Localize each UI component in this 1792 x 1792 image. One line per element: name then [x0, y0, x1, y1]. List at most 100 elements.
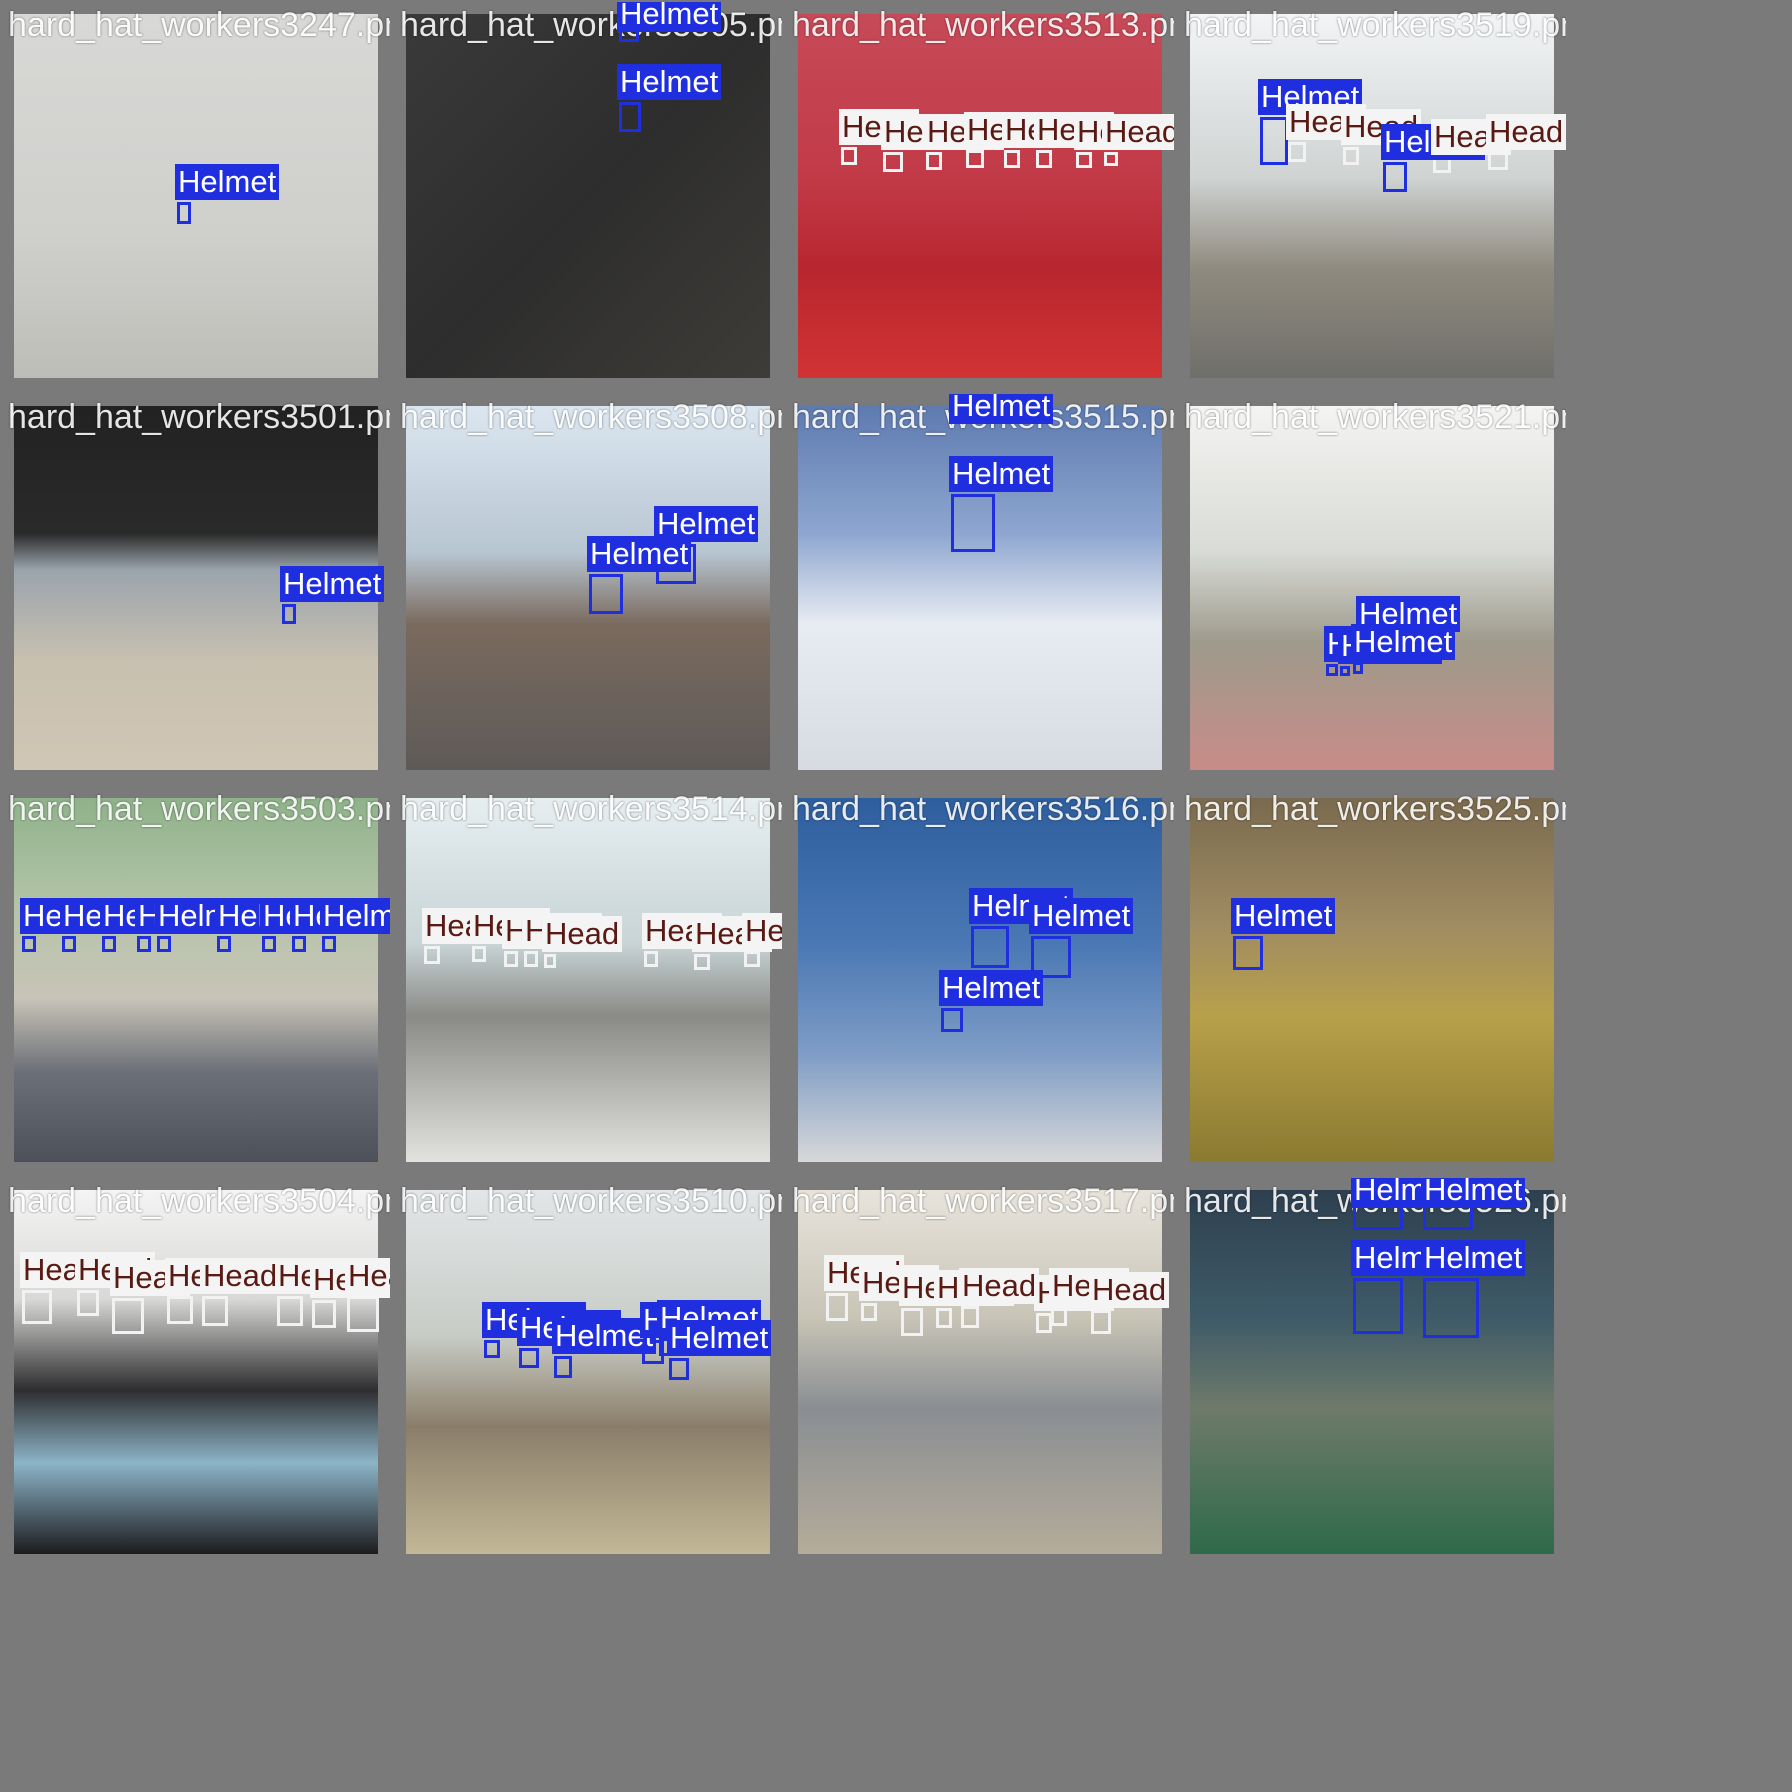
helmet-detection-box — [1383, 162, 1407, 192]
mosaic-tile: hard_hat_workers3505.png Helmet Helmet — [394, 2, 782, 390]
tile-filename: hard_hat_workers3247.png — [8, 6, 390, 44]
helmet-label: Helmet — [280, 566, 385, 602]
helmet-detection-box — [669, 1358, 689, 1380]
head-detection-box — [77, 1290, 99, 1316]
mosaic-tile: hard_hat_workers3508.png Helmet Helmet — [394, 394, 782, 782]
helmet-label: Helmet — [654, 506, 759, 542]
helmet-detection-box — [1233, 936, 1263, 970]
tile-filename: hard_hat_workers3514.png — [400, 790, 782, 828]
helmet-detection-box — [1326, 664, 1338, 676]
helmet-detection-box — [22, 936, 36, 952]
tile-filename: hard_hat_workers3525.png — [1184, 790, 1566, 828]
helmet-detection-box — [554, 1356, 572, 1378]
helmet-label: Helmet — [1421, 1178, 1526, 1208]
helmet-detection-box — [292, 936, 306, 952]
head-label: Head — [959, 1268, 1040, 1304]
helmet-label: Helmet — [1421, 1240, 1526, 1276]
tile-filename: hard_hat_workers3516.png — [792, 790, 1174, 828]
helmet-label: Helmet — [1029, 898, 1134, 934]
mosaic-tile: hard_hat_workers3526.pngHelmetHelmetHelm… — [1178, 1178, 1566, 1566]
head-detection-box — [936, 1308, 952, 1328]
tile-filename: hard_hat_workers3513.png — [792, 6, 1174, 44]
head-detection-box — [504, 951, 518, 967]
head-detection-box — [961, 1306, 979, 1328]
helmet-detection-box — [62, 936, 76, 952]
head-detection-box — [841, 147, 857, 165]
head-detection-box — [277, 1296, 303, 1326]
tile-filename: hard_hat_workers3505.png — [400, 6, 782, 44]
head-detection-box — [424, 946, 440, 964]
helmet-label: Helmet — [617, 2, 722, 32]
helmet-label: Helmet — [1231, 898, 1336, 934]
head-detection-box — [883, 152, 903, 172]
helmet-label: Helmet — [1351, 624, 1456, 660]
helmet-detection-box — [262, 936, 276, 952]
head-label: Head — [345, 1258, 390, 1294]
head-detection-box — [167, 1296, 193, 1324]
head-detection-box — [112, 1298, 144, 1334]
helmet-detection-box — [1353, 1278, 1403, 1334]
helmet-detection-box — [102, 936, 116, 952]
helmet-detection-box — [971, 926, 1009, 968]
tile-photo — [798, 1190, 1162, 1554]
helmet-detection-box — [217, 936, 231, 952]
head-detection-box — [202, 1296, 228, 1326]
mosaic-tile: hard_hat_workers3516.png Helmet Helmet Helm… — [786, 786, 1174, 1174]
tile-photo — [14, 1190, 378, 1554]
tile-filename: hard_hat_workers3510.png — [400, 1182, 782, 1220]
head-detection-box — [312, 1300, 336, 1328]
head-detection-box — [1091, 1310, 1111, 1334]
head-label: Head — [1089, 1272, 1170, 1308]
head-detection-box — [1036, 150, 1052, 168]
head-detection-box — [1076, 152, 1092, 168]
helmet-detection-box — [282, 604, 296, 624]
head-detection-box — [966, 150, 984, 168]
mosaic-tile: hard_hat_workers3514.png Head Head Head Head… — [394, 786, 782, 1174]
helmet-detection-box — [322, 936, 336, 952]
tile-photo — [1190, 798, 1554, 1162]
head-label: Head — [542, 916, 623, 952]
tile-photo — [14, 798, 378, 1162]
mosaic-tile: hard_hat_workers3247.png Helmet — [2, 2, 390, 390]
head-detection-box — [926, 152, 942, 170]
helmet-detection-box — [1340, 666, 1350, 676]
tile-filename: hard_hat_workers3508.png — [400, 398, 782, 436]
helmet-label: Helmet — [949, 394, 1054, 424]
tile-photo — [406, 798, 770, 1162]
tile-photo — [798, 14, 1162, 378]
mosaic-tile: hard_hat_workers3513.pngHeadHeadHeadHead… — [786, 2, 1174, 390]
head-label: Head — [1102, 114, 1174, 150]
tile-photo — [406, 1190, 770, 1554]
head-detection-box — [694, 954, 710, 970]
mosaic-tile: hard_hat_workers3504.pngHeadHeadHeadHead… — [2, 1178, 390, 1566]
helmet-detection-box — [619, 102, 641, 132]
head-detection-box — [472, 946, 486, 962]
helmet-detection-box — [941, 1008, 963, 1032]
tile-photo — [1190, 14, 1554, 378]
helmet-detection-box — [484, 1340, 500, 1358]
helmet-label: Helmet — [617, 64, 722, 100]
tile-filename: hard_hat_workers3517.png — [792, 1182, 1174, 1220]
tile-photo — [1190, 406, 1554, 770]
tile-filename: hard_hat_workers3501.png — [8, 398, 390, 436]
mosaic-tile: hard_hat_workers3519.png Helmet Head Head He… — [1178, 2, 1566, 390]
helmet-detection-box — [589, 574, 623, 614]
helmet-detection-box — [137, 936, 151, 952]
mosaic-tile: hard_hat_workers3501.png Helmet — [2, 394, 390, 782]
head-label: Head — [200, 1258, 281, 1294]
helmet-detection-box — [157, 936, 171, 952]
head-label: Head — [742, 913, 782, 949]
tile-filename: hard_hat_workers3503.png — [8, 790, 390, 828]
helmet-label: Helmet — [320, 898, 390, 934]
head-detection-box — [1036, 1313, 1052, 1333]
helmet-detection-box — [519, 1348, 539, 1368]
helmet-label: Helmet — [667, 1320, 772, 1356]
mosaic-tile: hard_hat_workers3517.pngHeadHeadHeadHead… — [786, 1178, 1174, 1566]
mosaic-tile: hard_hat_workers3525.png Helmet — [1178, 786, 1566, 1174]
mosaic-grid: hard_hat_workers3247.png Helmet hard_hat_w… — [0, 0, 1792, 1792]
head-detection-box — [826, 1293, 848, 1321]
mosaic-tile: hard_hat_workers3503.pngHelmetHelmetHelm… — [2, 786, 390, 1174]
head-detection-box — [22, 1290, 52, 1324]
helmet-label: Helmet — [949, 456, 1054, 492]
head-label: Head — [1486, 114, 1566, 150]
